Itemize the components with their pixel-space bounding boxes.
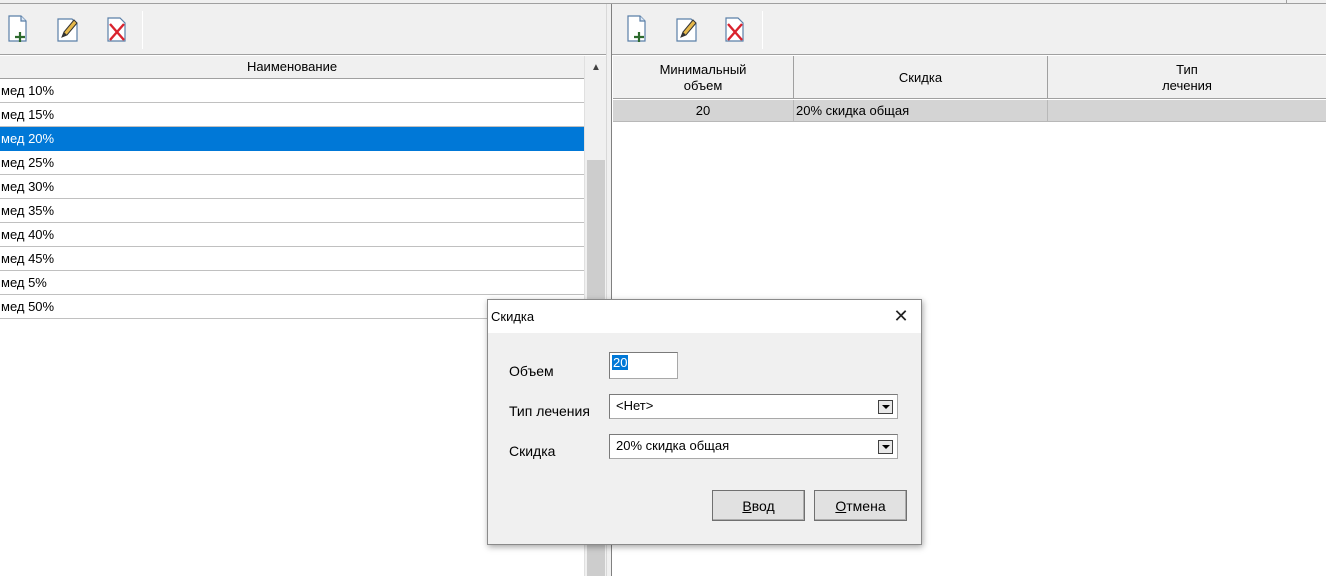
cancel-button[interactable]: Отмена bbox=[814, 490, 907, 521]
cell-treatment bbox=[1048, 100, 1326, 122]
list-item[interactable]: мед 30% bbox=[0, 175, 584, 199]
column-header-name[interactable]: Наименование bbox=[0, 56, 584, 79]
list-item[interactable]: мед 35% bbox=[0, 199, 584, 223]
treatment-select[interactable]: <Нет> bbox=[609, 394, 898, 419]
dropdown-icon[interactable] bbox=[878, 440, 893, 454]
edit-icon bbox=[57, 18, 78, 42]
list-item[interactable]: мед 5% bbox=[0, 271, 584, 295]
dialog-title: Скидка bbox=[491, 309, 535, 324]
discount-select[interactable]: 20% скидка общая bbox=[609, 434, 898, 459]
list-item[interactable]: мед 15% bbox=[0, 103, 584, 127]
dropdown-icon[interactable] bbox=[878, 400, 893, 414]
discount-value: 20% скидка общая bbox=[616, 438, 730, 453]
window-corner-mark bbox=[1286, 0, 1296, 3]
discounts-header: Минимальный объем Скидка Тип лечения bbox=[613, 56, 1326, 99]
toolbar-separator bbox=[142, 11, 143, 49]
table-row[interactable]: 20 20% скидка общая bbox=[613, 100, 1326, 122]
close-icon[interactable]: ✕ bbox=[887, 304, 915, 329]
list-item[interactable]: мед 45% bbox=[0, 247, 584, 271]
dialog-title-bar[interactable]: Скидка ✕ bbox=[488, 300, 921, 333]
treatment-label: Тип лечения bbox=[509, 403, 590, 419]
right-toolbar bbox=[612, 4, 1326, 55]
column-header-discount[interactable]: Скидка bbox=[794, 56, 1048, 99]
edit-icon bbox=[676, 18, 697, 42]
volume-label: Объем bbox=[509, 363, 554, 379]
list-item[interactable]: мед 40% bbox=[0, 223, 584, 247]
treatment-value: <Нет> bbox=[616, 398, 654, 413]
edit-discount-button[interactable] bbox=[672, 12, 702, 46]
list-item[interactable]: мед 10% bbox=[0, 79, 584, 103]
add-record-button[interactable] bbox=[3, 12, 33, 46]
scroll-up-icon[interactable]: ▲ bbox=[585, 56, 607, 78]
products-rows: мед 10% мед 15% мед 20% мед 25% мед 30% мед 3… bbox=[0, 79, 584, 319]
volume-value: 20 bbox=[612, 355, 629, 370]
edit-record-button[interactable] bbox=[53, 12, 83, 46]
delete-icon bbox=[107, 17, 126, 42]
discount-dialog: Скидка ✕ Объем 20 Тип лечения <Нет> Скид… bbox=[487, 299, 922, 545]
discount-label: Скидка bbox=[509, 443, 556, 459]
delete-discount-button[interactable] bbox=[720, 12, 750, 46]
toolbar-separator bbox=[762, 11, 763, 49]
delete-icon bbox=[725, 17, 744, 42]
list-item[interactable]: мед 25% bbox=[0, 151, 584, 175]
cell-discount: 20% скидка общая bbox=[794, 100, 1048, 122]
ok-button[interactable]: Ввод bbox=[712, 490, 805, 521]
add-icon bbox=[8, 15, 27, 42]
add-icon bbox=[627, 15, 646, 42]
add-discount-button[interactable] bbox=[622, 12, 652, 46]
column-header-min-volume[interactable]: Минимальный объем bbox=[613, 56, 794, 99]
volume-input[interactable]: 20 bbox=[609, 352, 678, 379]
left-toolbar bbox=[0, 4, 608, 55]
cell-min-volume: 20 bbox=[613, 100, 794, 122]
delete-record-button[interactable] bbox=[102, 12, 132, 46]
column-header-treatment[interactable]: Тип лечения bbox=[1048, 56, 1326, 99]
list-item[interactable]: мед 20% bbox=[0, 127, 584, 151]
